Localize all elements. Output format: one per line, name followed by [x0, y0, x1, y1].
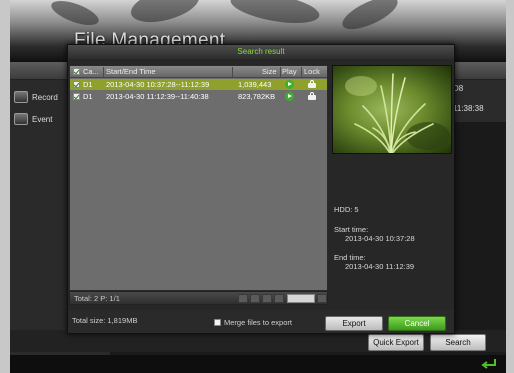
cancel-button[interactable]: Cancel: [388, 316, 446, 331]
sidebar-item-label: Event: [32, 114, 53, 124]
search-button[interactable]: Search: [430, 334, 486, 351]
record-icon: [14, 91, 28, 103]
column-size: Size: [262, 67, 277, 76]
page-info: Total: 2 P: 1/1: [74, 294, 120, 303]
video-preview: [332, 65, 452, 154]
app-footer: [10, 355, 506, 373]
preview-image: [345, 73, 450, 153]
row-checkbox[interactable]: [73, 93, 80, 100]
result-table: Ca... Start/End Time Size Play Lock D1 2…: [69, 65, 328, 291]
column-camera: Ca...: [83, 67, 99, 76]
camera-cell: D1: [83, 92, 93, 101]
event-icon: [14, 113, 28, 125]
dialog-title: Search result: [237, 47, 285, 56]
play-icon[interactable]: [285, 92, 294, 101]
size-cell: 823,782KB: [238, 92, 276, 101]
page-number-input[interactable]: [287, 294, 315, 303]
last-page-button[interactable]: [274, 294, 284, 303]
back-arrow-icon[interactable]: [480, 357, 498, 371]
total-size-label: Total size: 1,819MB: [72, 316, 138, 325]
end-time-label: End time:: [334, 253, 366, 262]
column-play: Play: [282, 67, 297, 76]
result-list-panel: Ca... Start/End Time Size Play Lock D1 2…: [69, 65, 329, 348]
column-start-end-time: Start/End Time: [106, 67, 156, 76]
merge-files-label: Merge files to export: [224, 318, 292, 327]
next-page-button[interactable]: [262, 294, 272, 303]
merge-files-checkbox[interactable]: [214, 319, 221, 326]
start-time-value: 2013-04-30 10:37:28: [345, 234, 415, 243]
size-cell: 1,039,443: [238, 80, 272, 89]
quick-export-button[interactable]: Quick Export: [368, 334, 424, 351]
unlock-icon[interactable]: [308, 92, 316, 100]
dialog-footer: Total size: 1,819MB Merge files to expor…: [68, 310, 454, 333]
go-page-button[interactable]: [317, 294, 327, 303]
time-label: 11:38:38: [453, 104, 484, 113]
prev-page-button[interactable]: [250, 294, 260, 303]
time-cell: 2013-04-30 10:37:28--11:12:39: [106, 80, 210, 89]
select-all-checkbox[interactable]: [73, 68, 80, 75]
dialog-titlebar: Search result: [68, 45, 454, 59]
right-column: D8 11:38:38: [451, 80, 506, 122]
camera-cell: D1: [83, 80, 93, 89]
sidebar-item-label: Record: [32, 92, 58, 102]
row-checkbox[interactable]: [73, 81, 80, 88]
pagination-bar: Total: 2 P: 1/1: [69, 291, 328, 305]
time-cell: 2013-04-30 11:12:39--11:40:38: [106, 92, 209, 101]
column-lock: Lock: [304, 67, 320, 76]
end-time-value: 2013-04-30 11:12:39: [345, 262, 415, 271]
start-time-label: Start time:: [334, 225, 369, 234]
play-icon[interactable]: [285, 80, 294, 89]
table-row[interactable]: D1 2013-04-30 10:37:28--11:12:39 1,039,4…: [70, 79, 327, 90]
hdd-label: HDD: 5: [334, 205, 359, 214]
table-row[interactable]: D1 2013-04-30 11:12:39--11:40:38 823,782…: [70, 91, 327, 102]
export-button[interactable]: Export: [325, 316, 383, 331]
first-page-button[interactable]: [238, 294, 248, 303]
search-result-dialog: Search result Ca... Start/End Time Size …: [67, 44, 455, 334]
unlock-icon[interactable]: [308, 80, 316, 88]
table-header: Ca... Start/End Time Size Play Lock: [70, 66, 327, 78]
